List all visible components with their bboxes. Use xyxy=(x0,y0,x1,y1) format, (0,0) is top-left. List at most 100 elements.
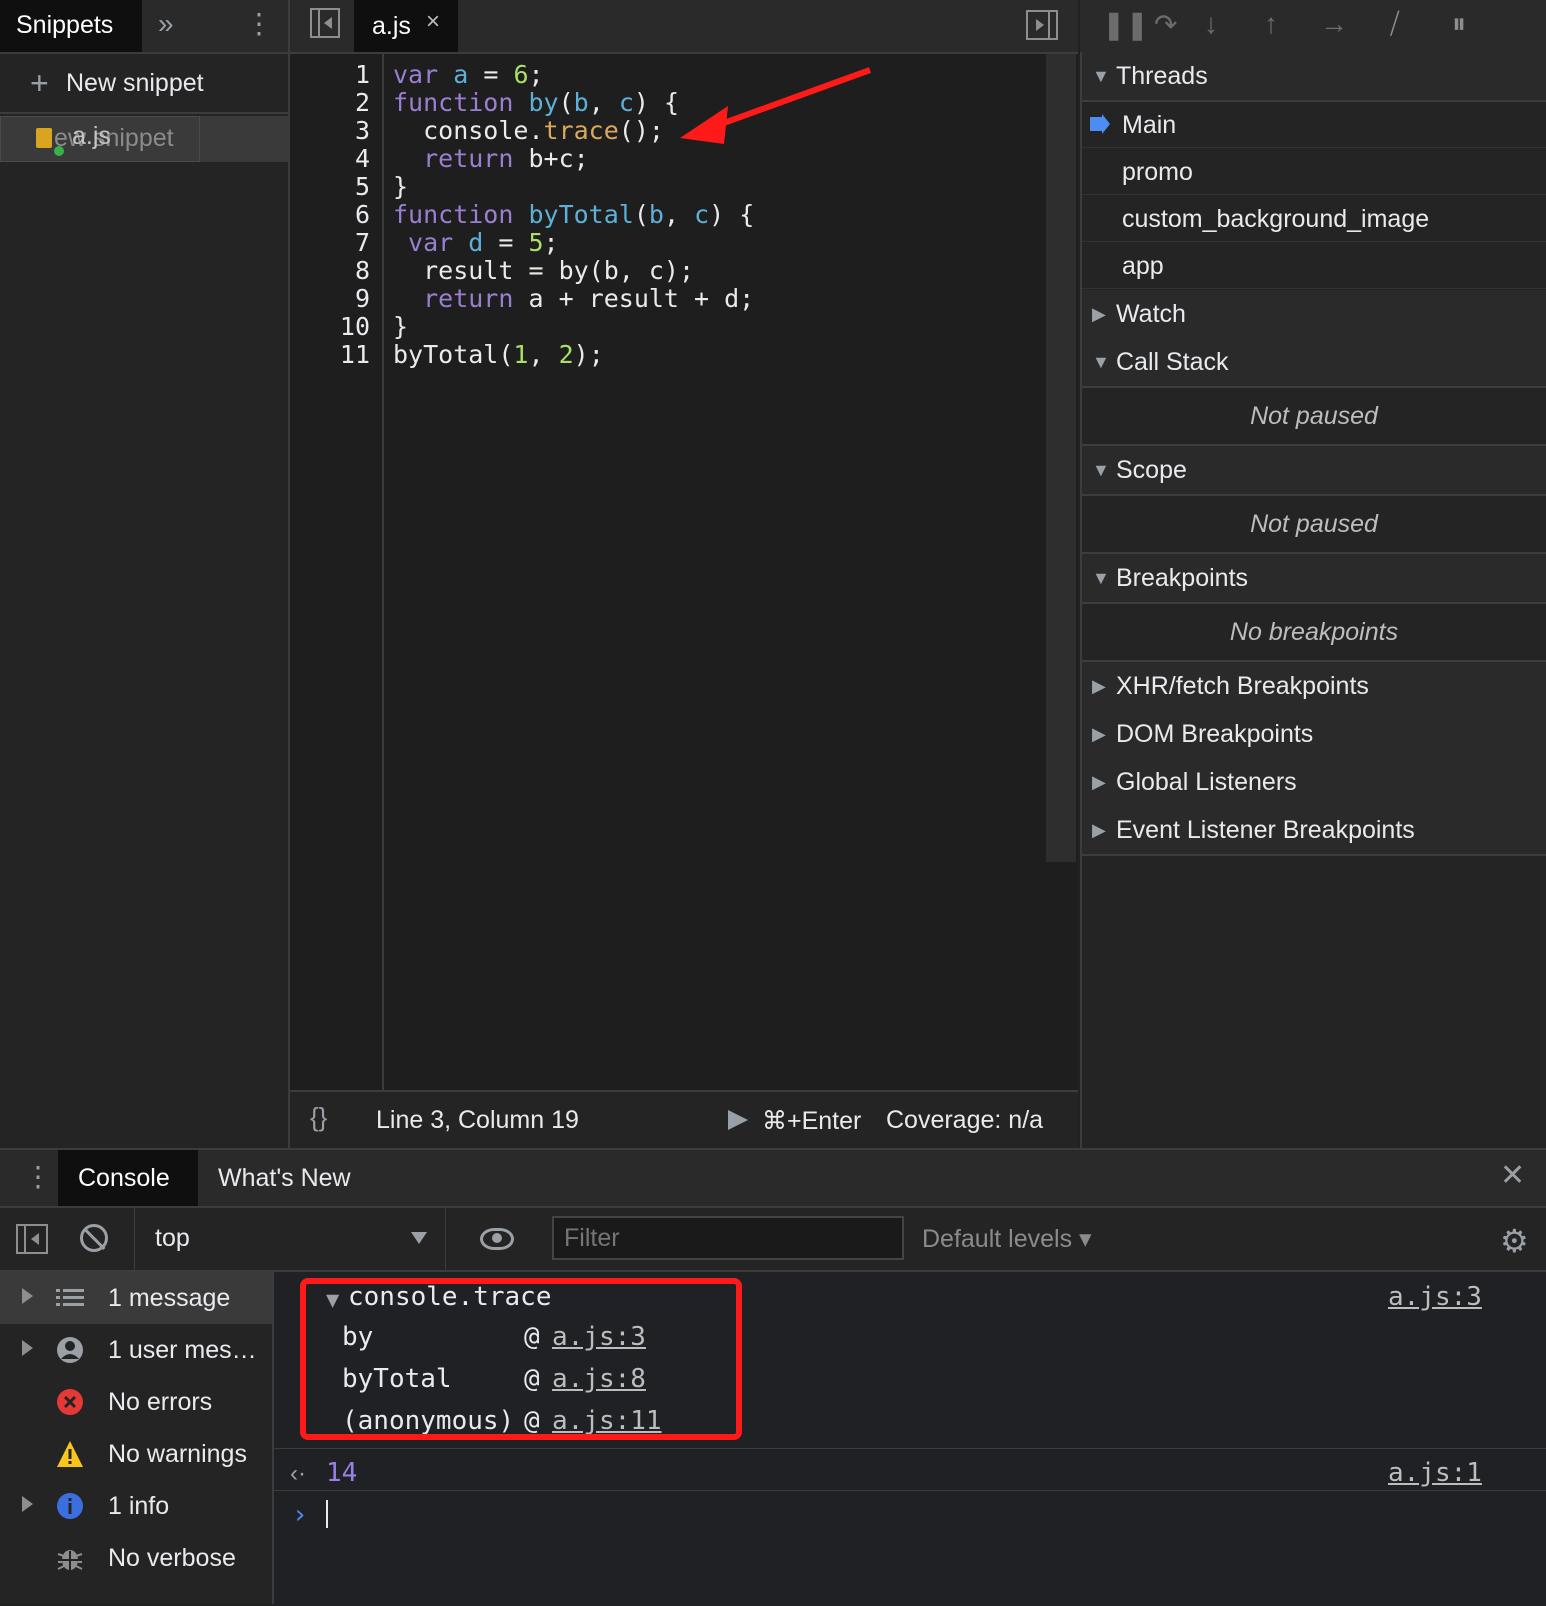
line-number[interactable]: 11 xyxy=(310,340,370,369)
sidebar-item-warnings[interactable]: No warnings xyxy=(0,1428,272,1480)
breakpoints-section-header[interactable]: ▼ Breakpoints xyxy=(1082,554,1546,604)
dom-breakpoints-header[interactable]: ▶ DOM Breakpoints xyxy=(1082,710,1546,760)
list-icon xyxy=(56,1289,84,1306)
step-into-icon[interactable]: ↓ xyxy=(1204,8,1218,40)
section-title: Event Listener Breakpoints xyxy=(1116,816,1415,844)
step-over-icon[interactable]: ↷ xyxy=(1154,8,1177,41)
collapse-icon: ▼ xyxy=(1092,66,1110,86)
filter-input[interactable] xyxy=(552,1216,904,1260)
code-line[interactable]: } xyxy=(393,312,408,341)
pretty-print-icon[interactable]: {} xyxy=(310,1102,327,1133)
line-number[interactable]: 5 xyxy=(310,172,370,201)
breakpoints-empty: No breakpoints xyxy=(1082,604,1546,662)
thread-item[interactable]: promo xyxy=(1082,148,1546,195)
line-number[interactable]: 6 xyxy=(310,200,370,229)
tab-console[interactable]: Console xyxy=(58,1150,198,1206)
thread-item[interactable]: Main xyxy=(1082,101,1546,148)
snippet-file-item[interactable]: New snippet a.js xyxy=(0,116,288,162)
sidebar-item-label: No verbose xyxy=(108,1544,236,1572)
line-number[interactable]: 9 xyxy=(310,284,370,313)
code-line[interactable]: return b+c; xyxy=(393,144,589,173)
code-line[interactable]: var d = 5; xyxy=(393,228,559,257)
gear-icon[interactable]: ⚙ xyxy=(1500,1222,1529,1260)
new-snippet-label: New snippet xyxy=(66,69,204,97)
line-number[interactable]: 10 xyxy=(310,312,370,341)
thread-item[interactable]: app xyxy=(1082,242,1546,289)
code-line[interactable]: result = by(b, c); xyxy=(393,256,694,285)
sidebar-item-verbose[interactable]: No verbose xyxy=(0,1532,272,1584)
code-token: c xyxy=(694,200,710,229)
prompt-chevron-icon: › xyxy=(292,1500,308,1530)
line-number[interactable]: 4 xyxy=(310,144,370,173)
code-line[interactable]: function byTotal(b, c) { xyxy=(393,200,754,229)
toggle-debugger-icon[interactable] xyxy=(1026,10,1058,40)
clear-console-icon[interactable] xyxy=(80,1224,108,1252)
line-number[interactable]: 2 xyxy=(310,88,370,117)
status-dot-icon xyxy=(54,146,64,156)
tab-snippets[interactable]: Snippets xyxy=(0,0,142,52)
code-token: trace xyxy=(543,116,619,145)
code-token: a + result + d; xyxy=(528,284,755,313)
code-line[interactable]: return a + result + d; xyxy=(393,284,754,313)
line-number[interactable]: 7 xyxy=(310,228,370,257)
thread-item[interactable]: custom_background_image xyxy=(1082,195,1546,242)
code-line[interactable]: } xyxy=(393,172,408,201)
console-input-caret[interactable] xyxy=(326,1500,328,1528)
code-token: 1 xyxy=(513,340,529,369)
xhr-breakpoints-header[interactable]: ▶ XHR/fetch Breakpoints xyxy=(1082,662,1546,712)
snippet-file-name: a.js xyxy=(72,122,111,150)
coverage-label[interactable]: Coverage: n/a xyxy=(886,1106,1043,1135)
tab-a-js[interactable]: a.js × xyxy=(354,0,458,52)
sidebar-item-errors[interactable]: No errors xyxy=(0,1376,272,1428)
pause-on-exceptions-icon[interactable]: ⏸ xyxy=(1452,8,1466,41)
code-line[interactable]: function by(b, c) { xyxy=(393,88,679,117)
sidebar-item-info[interactable]: 1 info xyxy=(0,1480,272,1532)
context-selector[interactable]: top xyxy=(134,1208,446,1270)
close-drawer-icon[interactable]: ✕ xyxy=(1500,1158,1525,1193)
run-snippet-icon[interactable] xyxy=(728,1110,748,1130)
run-shortcut-label[interactable]: ⌘+Enter xyxy=(762,1106,861,1136)
code-token: , xyxy=(588,88,619,117)
result-source-link[interactable]: a.js:1 xyxy=(1388,1458,1482,1488)
editor-scrollbar[interactable] xyxy=(1046,54,1076,862)
line-number[interactable]: 1 xyxy=(310,60,370,89)
live-expression-eye-icon[interactable] xyxy=(480,1228,514,1250)
code-token: 5 xyxy=(528,228,544,257)
pause-icon[interactable]: ❚❚ xyxy=(1102,8,1149,41)
log-levels-dropdown[interactable]: Default levels ▾ xyxy=(922,1224,1092,1254)
line-number[interactable]: 8 xyxy=(310,256,370,285)
line-number[interactable]: 3 xyxy=(310,116,370,145)
step-out-icon[interactable]: ↑ xyxy=(1264,8,1278,40)
scope-section-header[interactable]: ▼ Scope xyxy=(1082,446,1546,496)
console-sidebar: 1 message 1 user mes… No errors No warni… xyxy=(0,1272,274,1604)
kebab-menu-icon[interactable]: ⋮ xyxy=(245,0,273,52)
tab-whats-new[interactable]: What's New xyxy=(218,1150,351,1206)
deactivate-breakpoints-icon[interactable]: ⧸ xyxy=(1390,8,1400,41)
step-icon[interactable]: → xyxy=(1320,8,1348,40)
trace-source-link[interactable]: a.js:3 xyxy=(1388,1282,1482,1312)
code-token: = xyxy=(483,228,529,257)
code-line[interactable]: console.trace(); xyxy=(393,116,664,145)
watch-section-header[interactable]: ▶ Watch xyxy=(1082,290,1546,340)
sidebar-item-label: 1 message xyxy=(108,1284,231,1312)
new-snippet-button[interactable]: + New snippet xyxy=(0,54,288,114)
code-token: console. xyxy=(393,116,544,145)
drawer-menu-icon[interactable]: ⋮ xyxy=(24,1160,52,1193)
toggle-navigator-icon[interactable] xyxy=(310,8,340,38)
callstack-section-header[interactable]: ▼ Call Stack xyxy=(1082,338,1546,388)
more-tabs-icon[interactable]: » xyxy=(158,0,174,52)
code-token: ); xyxy=(573,340,604,369)
expand-icon: ▶ xyxy=(1092,820,1106,840)
code-line[interactable]: var a = 6; xyxy=(393,60,544,89)
console-sidebar-toggle-icon[interactable] xyxy=(16,1224,48,1254)
event-listener-breakpoints-header[interactable]: ▶ Event Listener Breakpoints xyxy=(1082,806,1546,856)
global-listeners-header[interactable]: ▶ Global Listeners xyxy=(1082,758,1546,808)
code-token: 6 xyxy=(513,60,529,89)
threads-section-header[interactable]: ▼ Threads xyxy=(1082,52,1546,102)
code-line[interactable]: byTotal(1, 2); xyxy=(393,340,604,369)
sidebar-item-messages[interactable]: 1 message xyxy=(0,1272,272,1324)
sidebar-item-user-messages[interactable]: 1 user mes… xyxy=(0,1324,272,1376)
close-tab-icon[interactable]: × xyxy=(426,8,440,36)
collapse-icon: ▼ xyxy=(1092,568,1110,588)
collapse-icon: ▼ xyxy=(1092,460,1110,480)
